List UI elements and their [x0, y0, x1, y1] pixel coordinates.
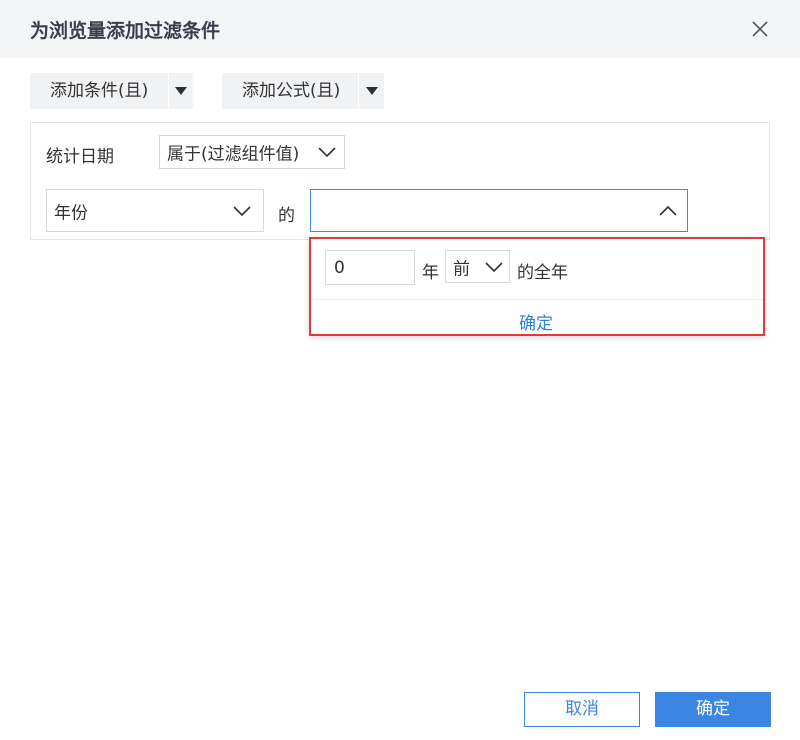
chevron-down-icon: [233, 205, 251, 216]
add-formula-button[interactable]: 添加公式(且): [222, 73, 358, 109]
granularity-value: 年份: [54, 203, 88, 223]
direction-select[interactable]: 前: [445, 250, 510, 283]
add-formula-dropdown-button[interactable]: [359, 73, 384, 109]
popup-confirm-link[interactable]: 确定: [519, 309, 553, 334]
caret-down-icon: [175, 87, 187, 95]
add-condition-button[interactable]: 添加条件(且): [30, 73, 168, 109]
cancel-button[interactable]: 取消: [524, 692, 640, 727]
chevron-up-icon: [659, 205, 677, 216]
year-unit-label: 年: [422, 263, 439, 283]
date-offset-popup: 年 前 的全年 确定: [309, 237, 765, 336]
operator-select[interactable]: 属于(过滤组件值): [159, 135, 345, 169]
offset-number-input[interactable]: [325, 250, 415, 285]
add-condition-dropdown-button[interactable]: [169, 73, 193, 109]
operator-value: 属于(过滤组件值): [167, 144, 300, 165]
ok-button[interactable]: 确定: [655, 692, 771, 727]
full-year-suffix-label: 的全年: [517, 263, 568, 283]
close-icon[interactable]: [748, 17, 772, 41]
chevron-down-icon: [318, 147, 336, 158]
dialog-header: 为浏览量添加过滤条件: [0, 0, 800, 58]
connector-label: 的: [278, 206, 295, 226]
chevron-down-icon: [485, 261, 503, 272]
value-select[interactable]: [310, 189, 688, 232]
dialog-title: 为浏览量添加过滤条件: [30, 20, 221, 42]
field-label: 统计日期: [46, 147, 114, 167]
caret-down-icon: [365, 87, 378, 95]
granularity-select[interactable]: 年份: [46, 189, 264, 232]
direction-value: 前: [453, 259, 470, 279]
popup-divider: [311, 299, 763, 300]
